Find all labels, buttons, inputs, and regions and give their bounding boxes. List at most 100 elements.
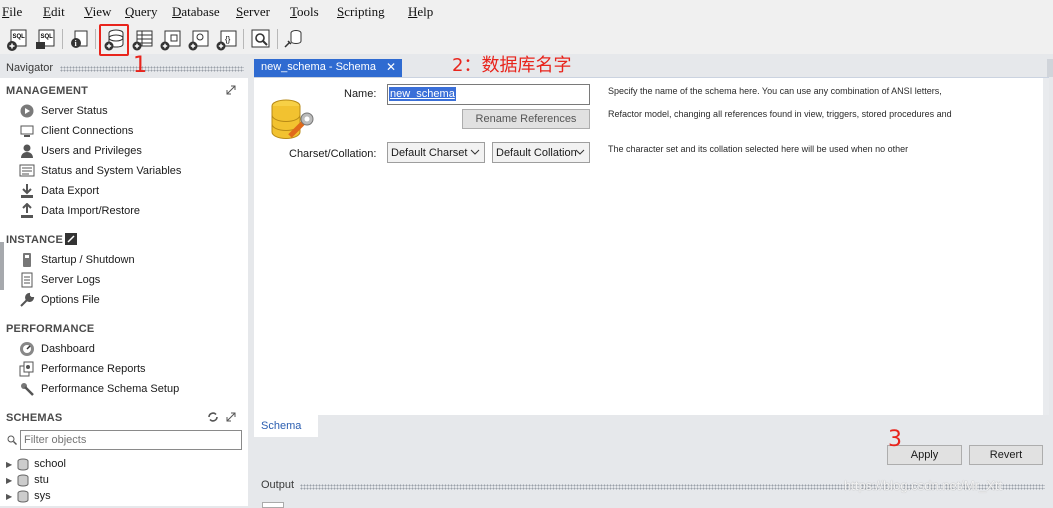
collation-select[interactable]: Default Collation [492, 142, 590, 163]
expand-icon[interactable] [226, 411, 236, 425]
toolbar-separator [62, 29, 63, 49]
section-management: MANAGEMENT [6, 85, 89, 97]
menu-file[interactable]: File [2, 4, 22, 20]
watermark: https://blog.csdn.net/Mr_Xtt [844, 478, 1003, 493]
charset-value: Default Charset [391, 146, 468, 159]
header-grip [60, 66, 244, 72]
menu-database[interactable]: Database [172, 4, 220, 20]
name-label: Name: [344, 88, 377, 100]
nav-item-server-status[interactable]: Server Status [19, 102, 108, 120]
dashboard-icon [20, 342, 34, 356]
toolbar: SQL SQL i {} [0, 24, 1053, 56]
navigator-title: Navigator [6, 62, 54, 74]
nav-label: Server Status [41, 105, 108, 117]
nav-item-server-logs[interactable]: Server Logs [19, 271, 100, 289]
nav-item-users-privileges[interactable]: Users and Privileges [19, 142, 142, 160]
rename-references-button[interactable]: Rename References [462, 109, 590, 129]
section-performance: PERFORMANCE [6, 323, 95, 335]
splitter-handle[interactable] [0, 242, 4, 290]
menu-scripting[interactable]: Scripting [337, 4, 385, 20]
instance-status-icon [65, 233, 77, 245]
startup-icon [23, 253, 31, 267]
panel-gap [250, 474, 254, 506]
navigator-panel: Navigator MANAGEMENT Server Status Clien… [0, 60, 248, 506]
database-icon [17, 458, 29, 471]
refresh-icon[interactable] [208, 411, 218, 425]
output-toolbar-icon[interactable] [262, 502, 284, 508]
expand-icon[interactable] [226, 84, 236, 98]
inspector-icon[interactable]: i [67, 27, 91, 51]
new-sql-tab-icon[interactable]: SQL [6, 27, 30, 51]
nav-label: Dashboard [41, 343, 95, 355]
schema-name-input[interactable]: new_schema [387, 84, 590, 105]
nav-item-client-connections[interactable]: Client Connections [19, 122, 133, 140]
help-charset: The character set and its collation sele… [608, 144, 909, 154]
nav-label: Data Import/Restore [41, 205, 141, 217]
collation-value: Default Collation [496, 146, 577, 159]
nav-item-data-export[interactable]: Data Export [19, 182, 99, 200]
navigator-header: Navigator [0, 60, 248, 78]
nav-item-data-import[interactable]: Data Import/Restore [19, 202, 140, 220]
expand-arrow-icon[interactable]: ▶ [6, 460, 12, 469]
status-variables-icon [19, 164, 35, 177]
scrollbar[interactable] [1043, 78, 1049, 416]
svg-text:SQL: SQL [41, 34, 54, 40]
svg-text:SQL: SQL [13, 34, 26, 40]
schema-tree-item[interactable]: ▶ sys [6, 488, 51, 504]
create-view-icon[interactable] [159, 27, 183, 51]
tab-new-schema[interactable]: new_schema - Schema ✕ [254, 59, 402, 78]
editor-bottom-tabs: Schema [254, 415, 1049, 437]
nav-item-performance-schema-setup[interactable]: Performance Schema Setup [19, 380, 179, 398]
create-procedure-icon[interactable] [187, 27, 211, 51]
expand-arrow-icon[interactable]: ▶ [6, 476, 12, 485]
menu-query[interactable]: Query [125, 4, 158, 20]
nav-label: Data Export [41, 185, 100, 197]
search-table-data-icon[interactable] [249, 27, 273, 51]
schema-editor: Name: new_schema Rename References Chars… [254, 77, 1049, 416]
svg-text:{}: {} [225, 35, 231, 44]
menu-view[interactable]: View [84, 4, 111, 20]
chevron-down-icon [470, 149, 480, 155]
close-icon[interactable]: ✕ [386, 60, 396, 74]
create-function-icon[interactable]: {} [215, 27, 239, 51]
open-sql-file-icon[interactable]: SQL [34, 27, 58, 51]
editor-actions: Apply Revert [254, 437, 1049, 473]
wrench-icon [20, 292, 35, 307]
menu-help[interactable]: Help [408, 4, 433, 20]
schema-tree-item[interactable]: ▶ school [6, 456, 66, 472]
nav-item-options-file[interactable]: Options File [19, 291, 100, 309]
reconnect-icon[interactable] [282, 27, 306, 51]
help-name-line2: Refactor model, changing all references … [608, 109, 952, 119]
schema-name: stu [34, 474, 49, 486]
tab-schema[interactable]: Schema [254, 415, 318, 437]
database-icon [17, 490, 29, 503]
nav-label: Users and Privileges [41, 145, 142, 157]
nav-label: Performance Reports [41, 363, 146, 375]
schema-tree-item[interactable]: ▶ stu [6, 472, 49, 488]
tab-bar-edge [1047, 59, 1053, 77]
nav-label: Server Logs [41, 274, 101, 286]
nav-item-startup-shutdown[interactable]: Startup / Shutdown [19, 251, 135, 269]
nav-item-status-variables[interactable]: Status and System Variables [19, 162, 181, 180]
help-name-line1: Specify the name of the schema here. You… [608, 86, 942, 96]
schema-filter-input[interactable] [20, 430, 242, 450]
nav-item-performance-reports[interactable]: Performance Reports [19, 360, 146, 378]
tab-schema-label: Schema [261, 420, 302, 432]
menu-tools[interactable]: Tools [290, 4, 319, 20]
highlight-box-step1 [99, 24, 129, 56]
create-table-icon[interactable] [131, 27, 155, 51]
expand-arrow-icon[interactable]: ▶ [6, 492, 12, 501]
nav-label: Performance Schema Setup [41, 383, 180, 395]
schema-wrench-icon [271, 99, 314, 140]
menu-server[interactable]: Server [236, 4, 270, 20]
menu-edit[interactable]: Edit [43, 4, 65, 20]
schema-name: sys [34, 490, 51, 502]
server-logs-icon [21, 272, 33, 288]
revert-button[interactable]: Revert [969, 445, 1043, 465]
nav-item-dashboard[interactable]: Dashboard [19, 340, 95, 358]
nav-label: Client Connections [41, 125, 134, 137]
search-icon [7, 434, 17, 448]
server-status-icon [20, 104, 34, 118]
charset-select[interactable]: Default Charset [387, 142, 485, 163]
section-schemas: SCHEMAS [6, 412, 63, 424]
